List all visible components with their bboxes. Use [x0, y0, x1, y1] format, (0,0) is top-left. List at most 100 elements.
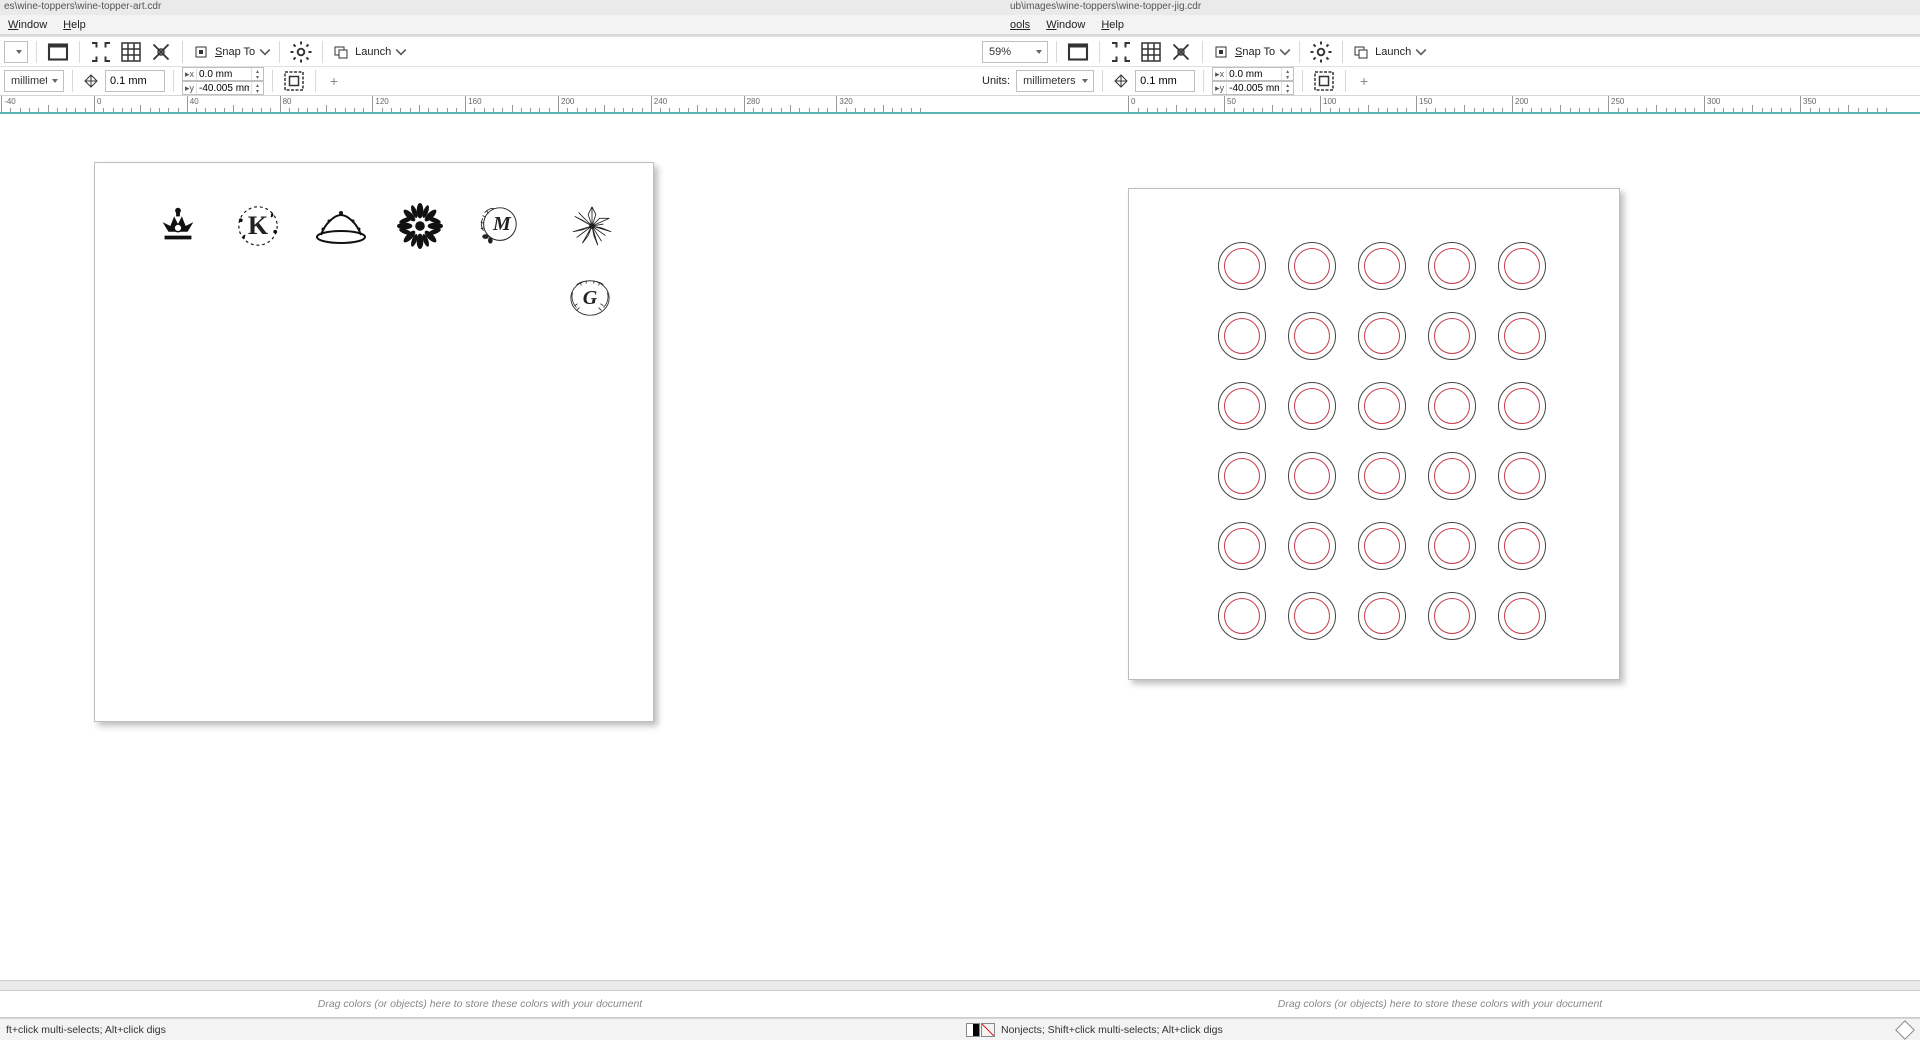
dynamic-guides-icon[interactable]: [1168, 40, 1194, 64]
page-left: K M G: [94, 162, 654, 722]
nudge-icon: [1111, 71, 1131, 91]
color-tray-row: Drag colors (or objects) here to store t…: [0, 990, 1920, 1018]
toolbar-standard: Snap To Launch 59% Snap To: [0, 36, 1920, 66]
fill-outline-swatch[interactable]: [966, 1023, 995, 1037]
jig-circle[interactable]: [1347, 441, 1417, 511]
jig-circle[interactable]: [1207, 371, 1277, 441]
jig-circle[interactable]: [1417, 511, 1487, 581]
outline-swatch-icon[interactable]: [981, 1023, 995, 1037]
color-tray-right[interactable]: Drag colors (or objects) here to store t…: [960, 991, 1920, 1017]
status-left: ft+click multi-selects; Alt+click digs: [0, 1019, 960, 1040]
add-preset-icon[interactable]: +: [1354, 73, 1374, 89]
color-tray-left[interactable]: Drag colors (or objects) here to store t…: [0, 991, 960, 1017]
jig-circle[interactable]: [1487, 511, 1557, 581]
monogram-k-letter: K: [248, 211, 268, 241]
poinsettia-icon[interactable]: [569, 203, 615, 249]
jig-circle[interactable]: [1487, 581, 1557, 651]
treat-as-filled-icon[interactable]: [281, 69, 307, 93]
workspace-right[interactable]: [960, 114, 1920, 980]
zoom-combo-left[interactable]: [4, 41, 28, 63]
menu-help-right[interactable]: Help: [1093, 17, 1132, 33]
ruler-row: -4004080120160200240280320 0501001502002…: [0, 96, 1920, 114]
launch-label-left[interactable]: Launch: [355, 46, 391, 58]
status-text-left: ft+click multi-selects; Alt+click digs: [6, 1024, 166, 1036]
workspace-left[interactable]: K M G: [0, 114, 960, 980]
monogram-k-icon[interactable]: K: [235, 203, 281, 249]
launch-label-right[interactable]: Launch: [1375, 46, 1411, 58]
jig-circle[interactable]: [1487, 301, 1557, 371]
chevron-down-icon[interactable]: [395, 42, 407, 62]
chevron-down-icon[interactable]: [1279, 42, 1291, 62]
jig-circle[interactable]: [1277, 581, 1347, 651]
jig-circle[interactable]: [1277, 511, 1347, 581]
color-eyedrop-icon[interactable]: [1895, 1020, 1915, 1040]
monogram-m-letter: M: [493, 213, 511, 236]
monogram-g-letter: G: [583, 287, 597, 310]
ruler-right[interactable]: 050100150200250300350: [960, 96, 1920, 112]
jig-circle[interactable]: [1277, 441, 1347, 511]
grid-icon[interactable]: [118, 40, 144, 64]
jig-circle[interactable]: [1207, 581, 1277, 651]
toolbar-property: millimeters ▸x▴▾ ▸y▴▾ + Units: millimete…: [0, 66, 1920, 96]
treat-as-filled-icon[interactable]: [1311, 69, 1337, 93]
chevron-down-icon[interactable]: [259, 42, 271, 62]
jig-circle[interactable]: [1207, 441, 1277, 511]
snap-to-label-right[interactable]: Snap To: [1235, 46, 1275, 58]
add-preset-icon[interactable]: +: [324, 73, 344, 89]
units-combo-left[interactable]: millimeters: [4, 70, 64, 92]
jig-circle[interactable]: [1417, 581, 1487, 651]
ruler-left[interactable]: -4004080120160200240280320: [0, 96, 960, 112]
fill-swatch-icon[interactable]: [966, 1023, 980, 1037]
chevron-down-icon[interactable]: [1415, 42, 1427, 62]
align-guides-icon[interactable]: [88, 40, 114, 64]
nudge-icon: [81, 71, 101, 91]
jig-circle[interactable]: [1417, 301, 1487, 371]
fullscreen-icon[interactable]: [1065, 40, 1091, 64]
flower-daisy-icon[interactable]: [397, 203, 443, 249]
jig-circle[interactable]: [1487, 231, 1557, 301]
jig-circle[interactable]: [1487, 441, 1557, 511]
jig-circle[interactable]: [1347, 581, 1417, 651]
jig-circle[interactable]: [1347, 511, 1417, 581]
menu-tools-right[interactable]: ools: [1002, 17, 1038, 33]
jig-circle[interactable]: [1277, 301, 1347, 371]
jig-circle[interactable]: [1347, 301, 1417, 371]
options-gear-icon[interactable]: [288, 40, 314, 64]
snap-icon: [1211, 42, 1231, 62]
jig-circle[interactable]: [1417, 231, 1487, 301]
jig-circle[interactable]: [1207, 231, 1277, 301]
tiara-icon[interactable]: [315, 207, 367, 245]
jig-circle[interactable]: [1207, 301, 1277, 371]
page-right: [1128, 188, 1620, 680]
menu-help-left[interactable]: Help: [55, 17, 94, 33]
menu-bar: Window Help ools Window Help: [0, 15, 1920, 34]
monogram-g-wreath-icon[interactable]: G: [567, 275, 613, 321]
jig-circle[interactable]: [1487, 371, 1557, 441]
grid-icon[interactable]: [1138, 40, 1164, 64]
launch-window-icon: [331, 42, 351, 62]
duplicate-distance-left[interactable]: ▸x▴▾ ▸y▴▾: [182, 67, 264, 95]
jig-circle[interactable]: [1347, 231, 1417, 301]
snap-to-label-left[interactable]: Snap To: [215, 46, 255, 58]
options-gear-icon[interactable]: [1308, 40, 1334, 64]
menu-window-right[interactable]: Window: [1038, 17, 1093, 33]
crown-ornate-icon[interactable]: [155, 203, 201, 249]
launch-window-icon: [1351, 42, 1371, 62]
menu-window-left[interactable]: Window: [0, 17, 55, 33]
jig-circle[interactable]: [1277, 371, 1347, 441]
align-guides-icon[interactable]: [1108, 40, 1134, 64]
zoom-combo-right[interactable]: 59%: [982, 41, 1048, 63]
monogram-m-wreath-icon[interactable]: M: [475, 203, 521, 249]
units-combo-right[interactable]: millimeters: [1016, 70, 1094, 92]
nudge-input-right[interactable]: [1135, 70, 1195, 92]
jig-circle[interactable]: [1277, 231, 1347, 301]
fullscreen-icon[interactable]: [45, 40, 71, 64]
jig-circle[interactable]: [1207, 511, 1277, 581]
jig-circle[interactable]: [1417, 371, 1487, 441]
jig-circle[interactable]: [1417, 441, 1487, 511]
duplicate-distance-right[interactable]: ▸x▴▾ ▸y▴▾: [1212, 67, 1294, 95]
nudge-input-left[interactable]: [105, 70, 165, 92]
dynamic-guides-icon[interactable]: [148, 40, 174, 64]
status-bar: ft+click multi-selects; Alt+click digs N…: [0, 1018, 1920, 1040]
jig-circle[interactable]: [1347, 371, 1417, 441]
